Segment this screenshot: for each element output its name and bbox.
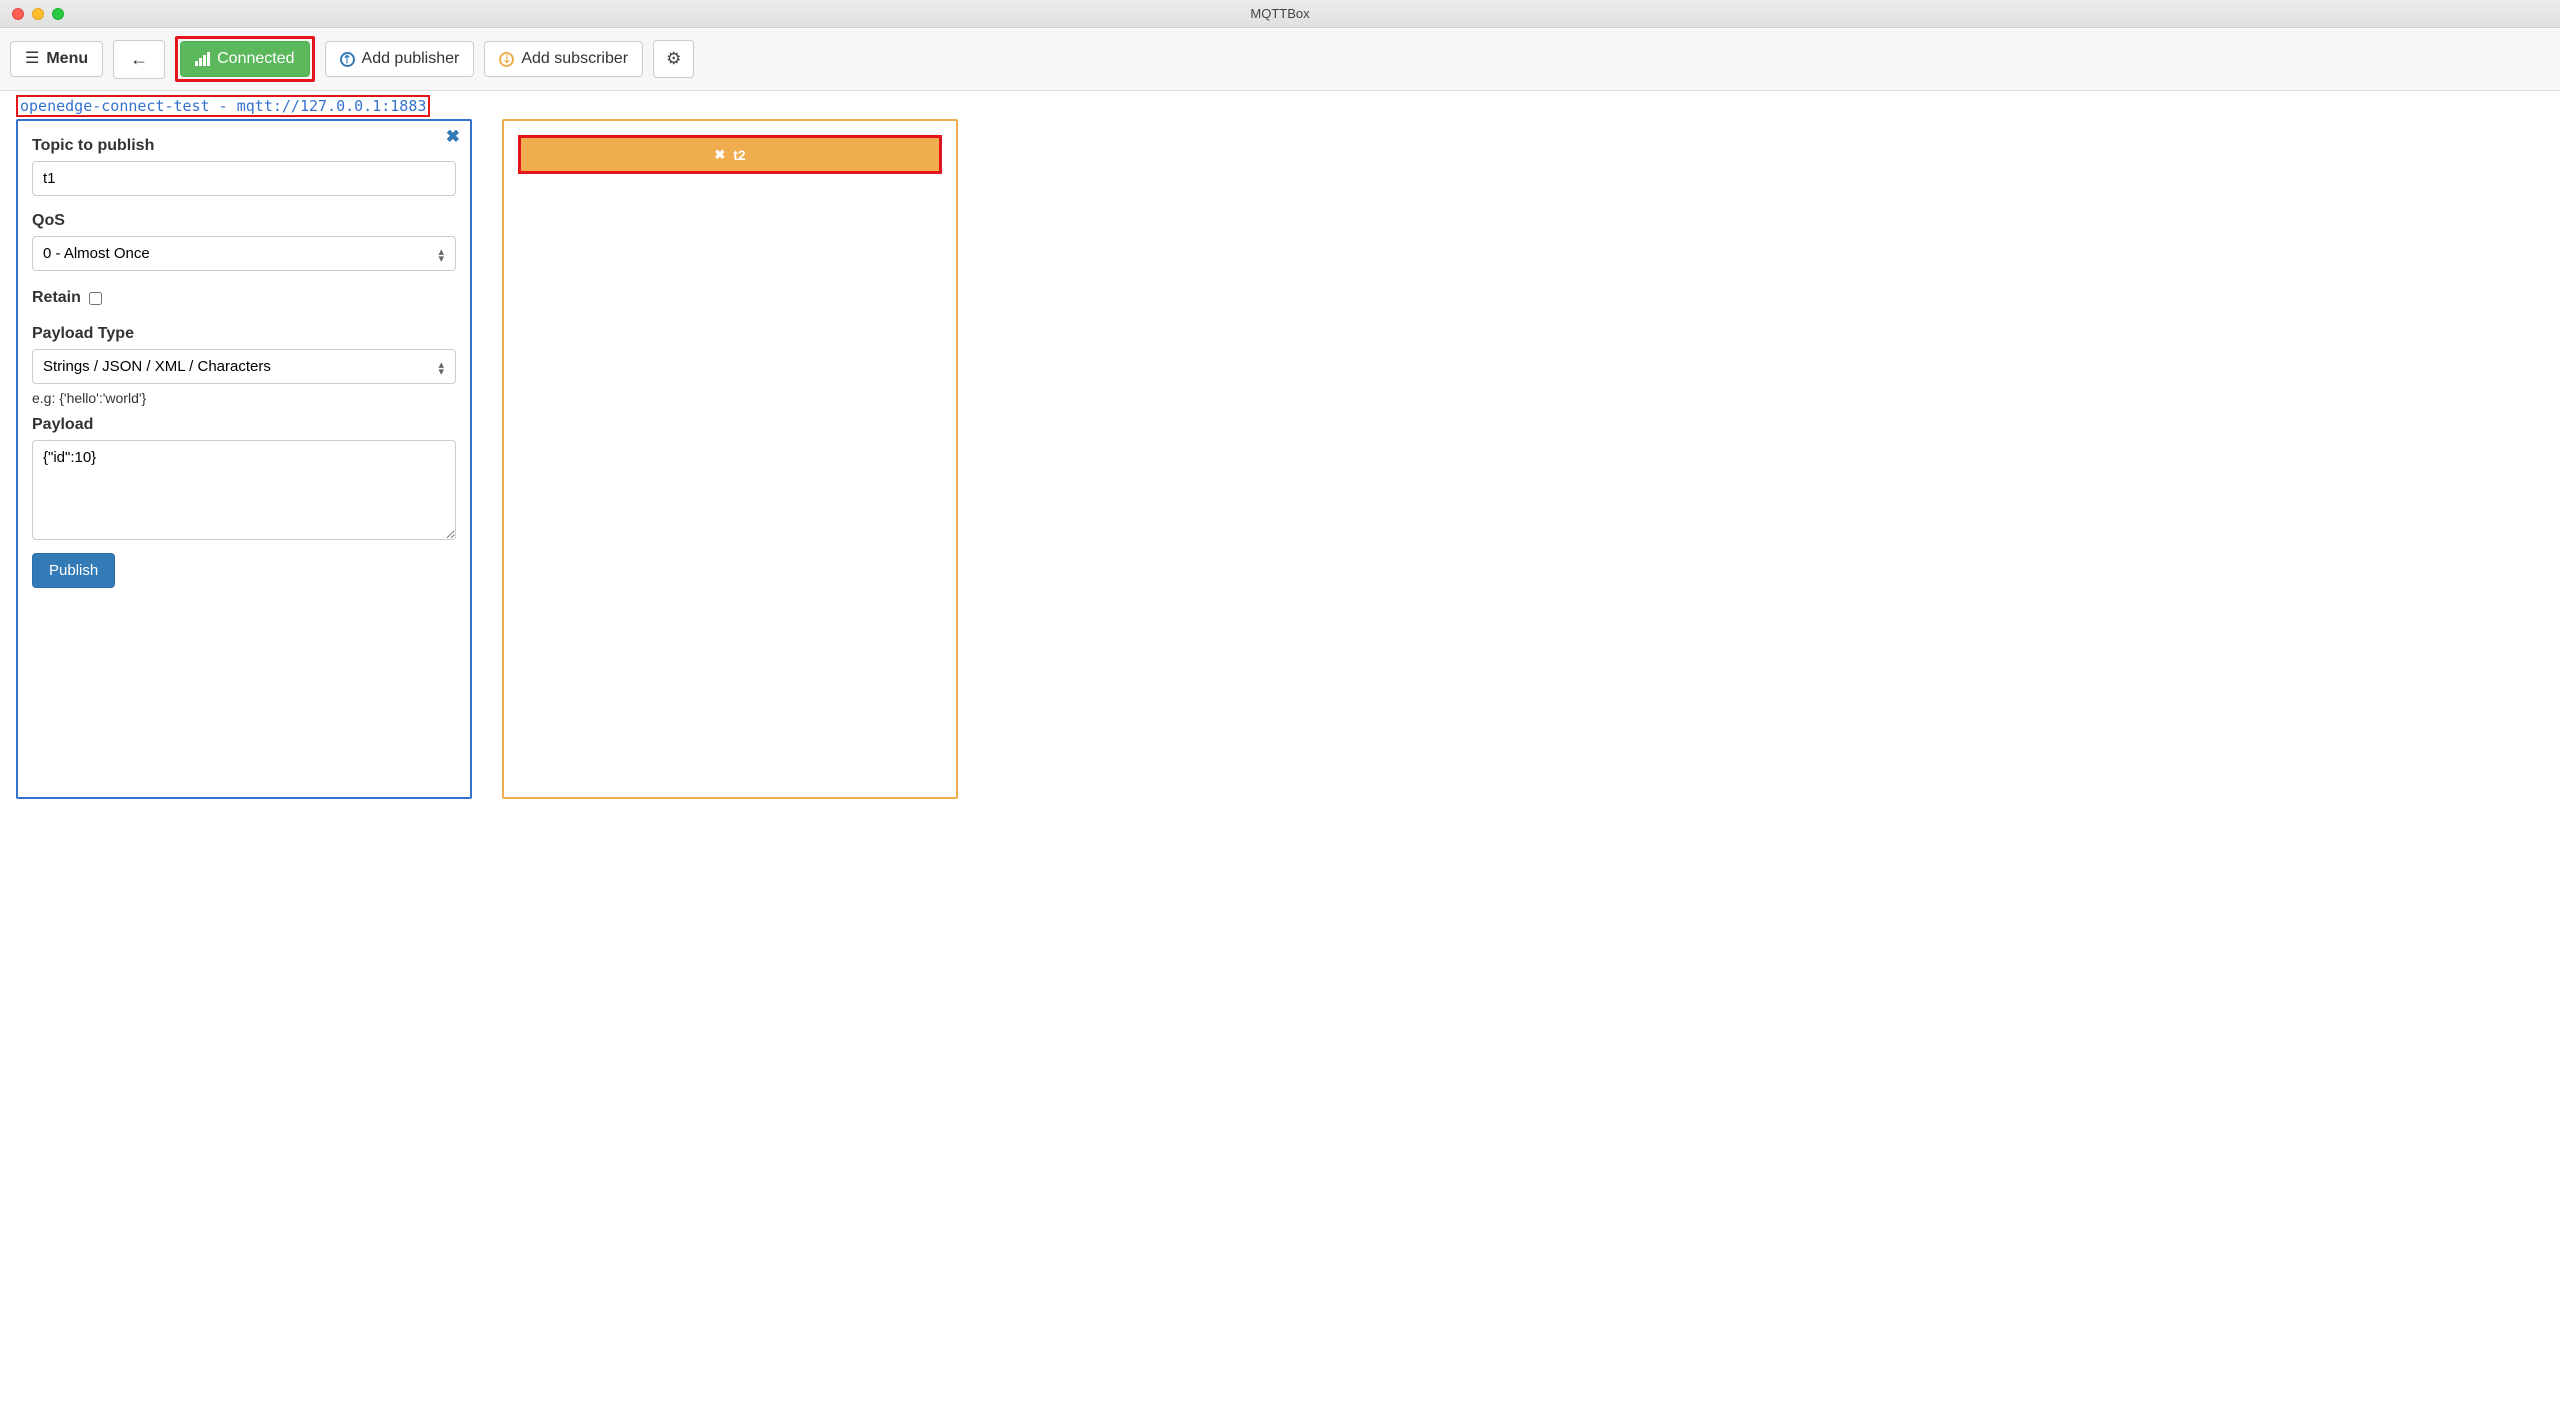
settings-button[interactable] [653,40,694,78]
subscriber-panel: t2 [502,119,958,799]
subscriber-header[interactable]: t2 [518,135,942,174]
menu-button[interactable]: Menu [10,41,103,77]
topic-input[interactable] [32,161,456,196]
topic-label: Topic to publish [32,137,456,155]
publisher-panel: ✖ Topic to publish QoS ▴▾ Retain Payload… [16,119,472,799]
close-publisher-button[interactable]: ✖ [446,127,460,147]
back-arrow-icon [130,49,148,70]
minimize-window-button[interactable] [32,8,44,20]
add-subscriber-button[interactable]: ⇣ Add subscriber [484,41,643,77]
signal-icon [195,52,210,66]
workspace: ✖ Topic to publish QoS ▴▾ Retain Payload… [0,119,2560,815]
subscriber-topic: t2 [733,147,745,163]
payload-type-label: Payload Type [32,325,456,343]
window-titlebar: MQTTBox [0,0,2560,28]
add-publisher-button[interactable]: ⇡ Add publisher [325,41,475,77]
retain-row: Retain [32,289,102,307]
toolbar: Menu Connected ⇡ Add publisher ⇣ Add sub… [0,28,2560,91]
menu-label: Menu [46,50,88,68]
close-subscriber-icon[interactable] [714,146,725,163]
menu-icon [25,51,39,67]
traffic-lights [12,8,64,20]
gear-icon [666,49,681,69]
add-subscriber-label: Add subscriber [521,50,628,68]
connected-button[interactable]: Connected [180,41,309,77]
payload-label: Payload [32,416,456,434]
qos-label: QoS [32,212,456,230]
download-icon: ⇣ [499,52,514,67]
publish-button[interactable]: Publish [32,553,115,588]
retain-checkbox[interactable] [89,292,102,305]
close-window-button[interactable] [12,8,24,20]
retain-label: Retain [32,289,81,307]
qos-select[interactable] [32,236,456,271]
add-publisher-label: Add publisher [362,50,460,68]
connection-string: openedge-connect-test - mqtt://127.0.0.1… [16,95,430,117]
window-title: MQTTBox [1250,6,1309,21]
upload-icon: ⇡ [340,52,355,67]
payload-type-select[interactable] [32,349,456,384]
back-button[interactable] [113,40,165,79]
maximize-window-button[interactable] [52,8,64,20]
payload-textarea[interactable] [32,440,456,540]
connected-highlight: Connected [175,36,314,82]
connected-label: Connected [217,50,294,68]
